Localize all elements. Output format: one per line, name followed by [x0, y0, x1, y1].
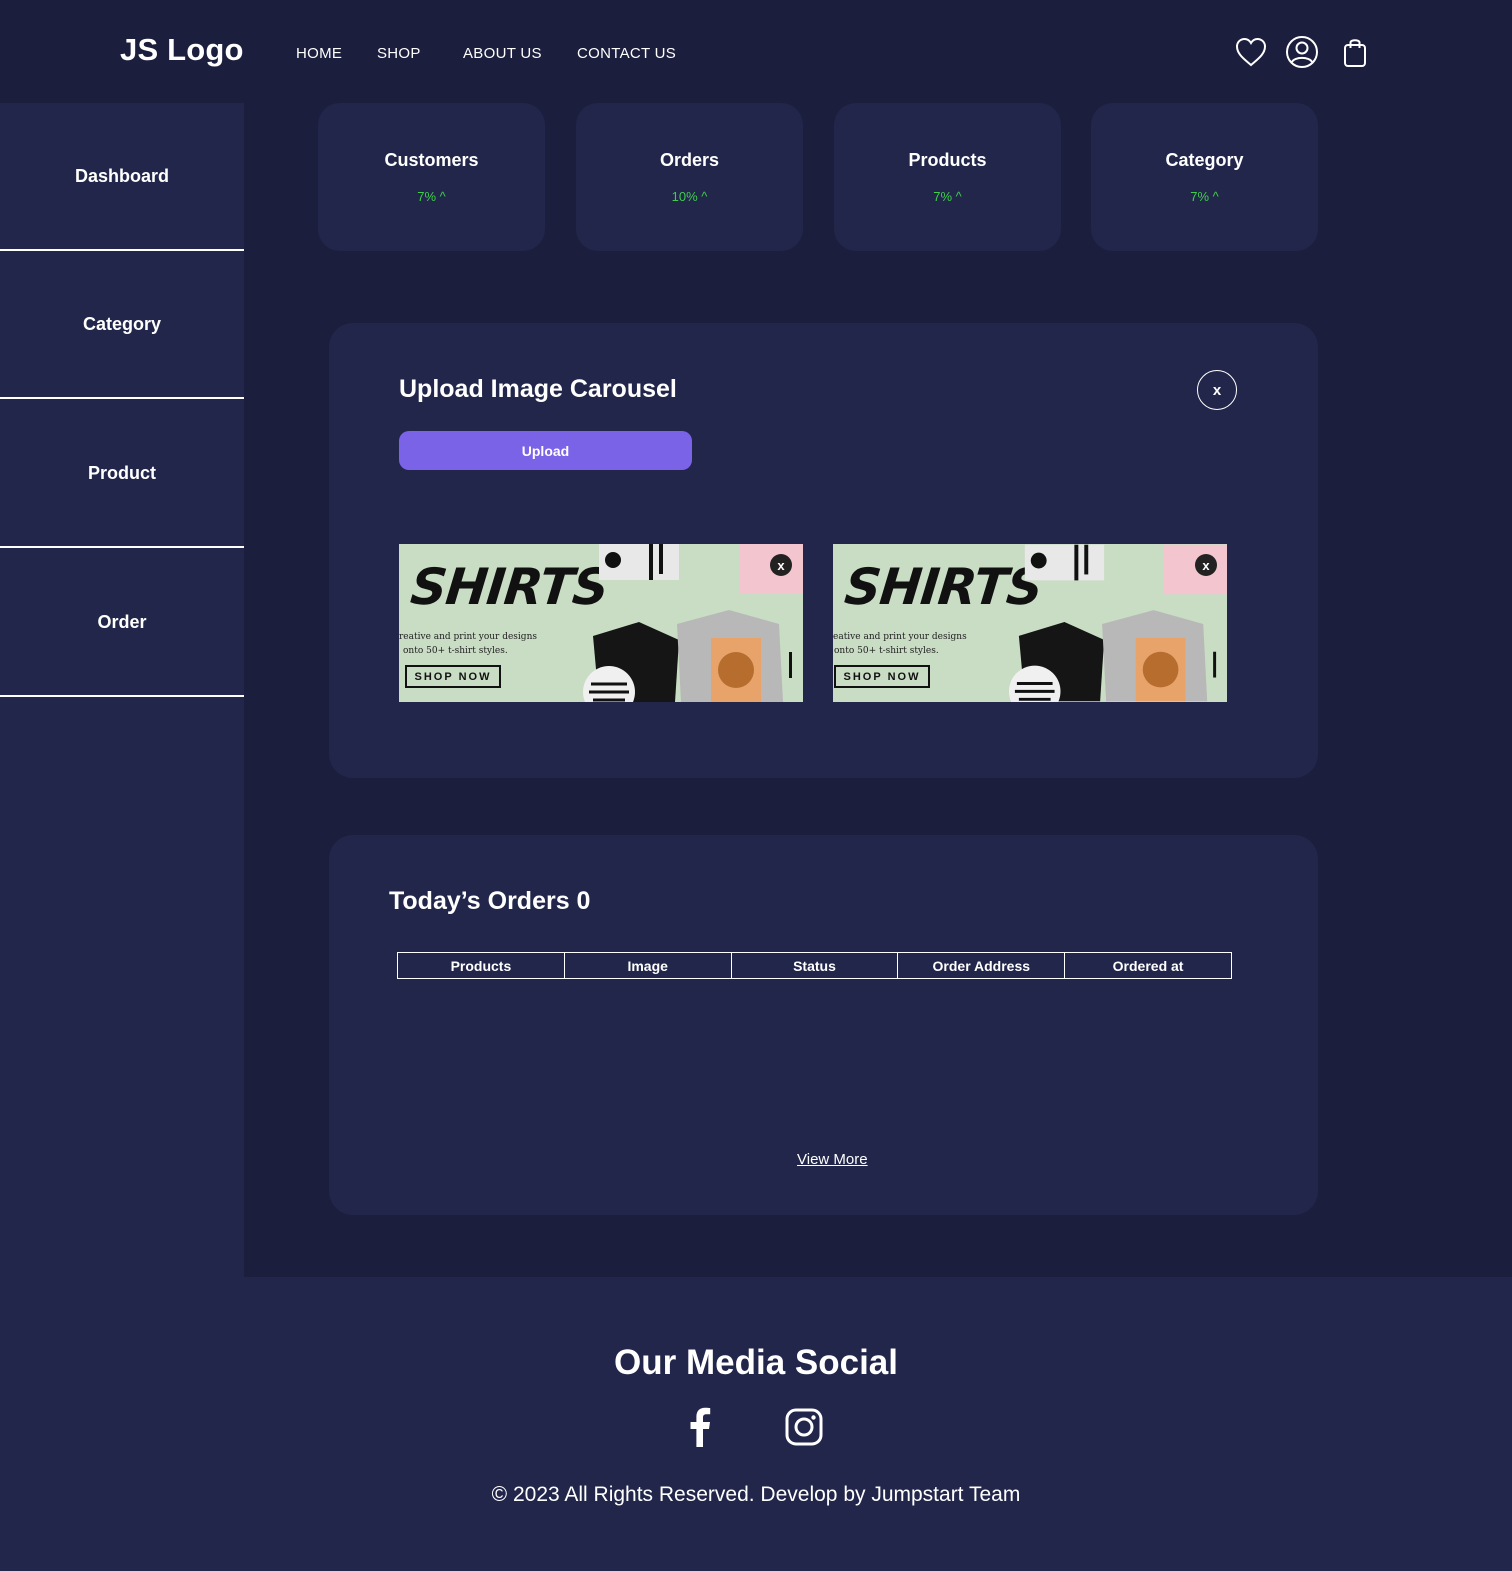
footer-title: Our Media Social: [614, 1343, 898, 1382]
banner-line: reative and print your designs: [399, 632, 537, 642]
sidebar: Dashboard Category Product Order: [0, 103, 244, 1277]
stat-change: 7% ^: [1190, 189, 1219, 204]
carousel-image: SHIRTS reative and print your designs on…: [399, 544, 803, 702]
column-header-order-address[interactable]: Order Address: [897, 952, 1066, 979]
footer: Our Media Social © 2023 All Rights Reser…: [0, 1277, 1512, 1571]
header-icons: [1234, 34, 1374, 70]
facebook-icon[interactable]: [678, 1405, 722, 1449]
shopping-bag-icon[interactable]: [1338, 34, 1372, 70]
stat-card-orders[interactable]: Orders 10% ^: [576, 103, 803, 251]
upload-button[interactable]: Upload: [399, 431, 692, 470]
remove-image-button[interactable]: x: [770, 554, 792, 576]
stat-card-products[interactable]: Products 7% ^: [834, 103, 1061, 251]
nav-about-us[interactable]: ABOUT US: [463, 45, 542, 62]
stat-title: Category: [1165, 150, 1244, 170]
carousel-image: SHIRTS eative and print your designs ont…: [833, 544, 1227, 702]
banner-shop-now: SHOP NOW: [834, 665, 930, 688]
stat-title: Customers: [384, 150, 479, 170]
todays-orders-panel: Today’s Orders 0 Products Image Status O…: [329, 835, 1318, 1215]
sidebar-item-category[interactable]: Category: [0, 251, 244, 399]
banner-line: onto 50+ t-shirt styles.: [834, 646, 939, 656]
header: JS Logo HOME SHOP ABOUT US CONTACT US: [0, 0, 1512, 103]
copyright-text: © 2023 All Rights Reserved. Develop by J…: [491, 1483, 1021, 1506]
orders-table: Products Image Status Order Address Orde…: [397, 952, 1232, 979]
tshirt-collage-graphic: [1008, 544, 1227, 702]
sidebar-item-product[interactable]: Product: [0, 400, 244, 548]
banner-line: onto 50+ t-shirt styles.: [403, 646, 508, 656]
upload-carousel-panel: Upload Image Carousel x Upload SHIRTS re…: [329, 323, 1318, 778]
column-header-image[interactable]: Image: [563, 952, 732, 979]
stat-card-category[interactable]: Category 7% ^: [1091, 103, 1318, 251]
remove-image-button[interactable]: x: [1195, 554, 1217, 576]
banner-line: eative and print your designs: [833, 632, 967, 642]
stat-title: Products: [908, 150, 987, 170]
instagram-icon[interactable]: [782, 1405, 826, 1449]
logo[interactable]: JS Logo: [120, 32, 244, 68]
heart-icon[interactable]: [1234, 34, 1268, 70]
banner-subtext: reative and print your designs onto 50+ …: [399, 630, 537, 658]
sidebar-item-dashboard[interactable]: Dashboard: [0, 103, 244, 251]
view-more-link[interactable]: View More: [797, 1151, 868, 1168]
panel-title: Today’s Orders 0: [389, 887, 591, 915]
banner-subtext: eative and print your designs onto 50+ t…: [833, 630, 967, 658]
column-header-ordered-at[interactable]: Ordered at: [1064, 952, 1232, 979]
panel-title: Upload Image Carousel: [399, 375, 677, 403]
nav-home[interactable]: HOME: [296, 45, 342, 62]
nav-shop[interactable]: SHOP: [377, 45, 421, 62]
close-panel-button[interactable]: x: [1197, 370, 1237, 410]
stat-change: 7% ^: [933, 189, 962, 204]
stat-change: 7% ^: [417, 189, 446, 204]
table-header-row: Products Image Status Order Address Orde…: [397, 952, 1232, 979]
column-header-products[interactable]: Products: [397, 952, 565, 979]
stat-card-customers[interactable]: Customers 7% ^: [318, 103, 545, 251]
column-header-status[interactable]: Status: [730, 952, 899, 979]
stat-title: Orders: [659, 150, 720, 170]
sidebar-item-order[interactable]: Order: [0, 549, 244, 697]
banner-shop-now: SHOP NOW: [405, 665, 501, 688]
user-icon[interactable]: [1285, 34, 1319, 70]
nav-contact-us[interactable]: CONTACT US: [577, 45, 676, 62]
stat-change: 10% ^: [671, 189, 708, 204]
